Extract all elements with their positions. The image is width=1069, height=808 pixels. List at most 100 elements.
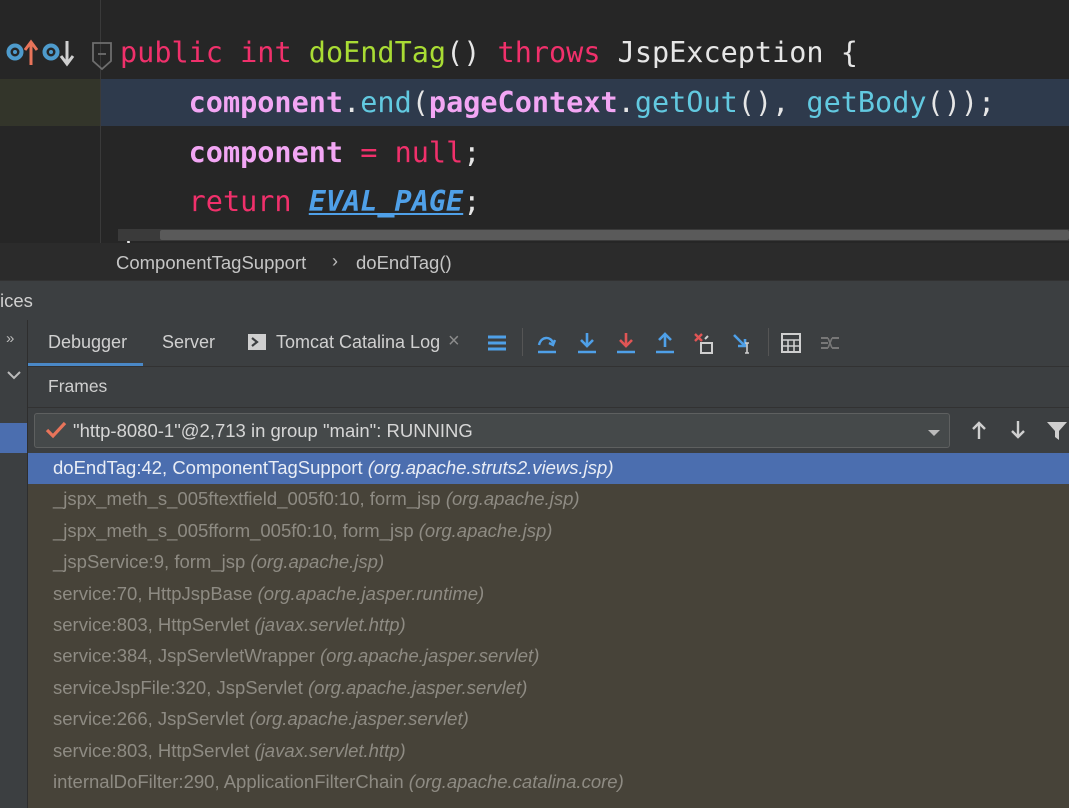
frame-row[interactable]: _jspx_meth_s_005ftextfield_005f0:10, for… — [28, 484, 1069, 515]
frame-label: serviceJspFile:320, JspServlet (org.apac… — [53, 677, 527, 699]
console-tab-icon — [248, 334, 266, 355]
arrow-up-icon[interactable] — [970, 420, 988, 445]
force-step-into-icon[interactable] — [615, 331, 637, 355]
frame-method: _jspx_meth_s_005fform_005f0:10, form_jsp — [53, 519, 419, 541]
drop-frame-icon[interactable] — [693, 331, 715, 355]
code-line-3[interactable]: component = null; — [120, 133, 481, 173]
chevron-down-icon[interactable] — [927, 425, 941, 443]
code-token: getOut — [634, 86, 738, 119]
code-line-2[interactable]: component.end(pageContext.getOut(), getB… — [120, 83, 996, 123]
threads-icon[interactable] — [486, 331, 508, 355]
services-tree-strip: » — [0, 320, 28, 808]
evaluate-expression-icon[interactable] — [780, 331, 802, 355]
tab-server[interactable]: Server — [162, 332, 215, 353]
code-token: ( — [411, 86, 429, 119]
frame-package: (org.apache.struts2.views.jsp) — [367, 457, 614, 478]
code-token: JspException { — [600, 36, 858, 69]
code-token: . — [343, 86, 361, 119]
code-token: pageContext — [428, 86, 618, 119]
frame-row[interactable]: _jspx_meth_s_005fform_005f0:10, form_jsp… — [28, 516, 1069, 547]
chevron-down-icon[interactable] — [6, 368, 22, 385]
frame-method: service:266, JspServlet — [53, 708, 250, 730]
frame-method: internalDoFilter:290, ApplicationFilterC… — [53, 771, 409, 792]
breadcrumb-chevron-icon: › — [332, 251, 338, 271]
tab-tomcat-catalina-log[interactable]: Tomcat Catalina Log — [276, 332, 440, 353]
breadcrumb-method[interactable]: doEndTag() — [356, 252, 452, 274]
implements-up-icon[interactable] — [6, 38, 40, 73]
breadcrumb-class[interactable]: ComponentTagSupport — [116, 252, 306, 274]
code-token: EVAL_PAGE — [308, 185, 464, 218]
code-line-4[interactable]: return EVAL_PAGE; — [120, 182, 481, 222]
frames-title: Frames — [48, 376, 108, 396]
code-token: () — [446, 36, 498, 69]
step-into-icon[interactable] — [576, 331, 598, 355]
code-token: null — [394, 136, 464, 169]
toolbar-separator — [768, 328, 769, 356]
trace-stream-icon[interactable] — [819, 331, 841, 355]
frame-method: _jspService:9, form_jsp — [53, 551, 251, 573]
overridden-down-icon[interactable] — [42, 38, 76, 73]
code-token: public — [120, 36, 223, 69]
frame-package: (org.apache.jasper.runtime) — [257, 582, 485, 604]
expand-more-icon[interactable]: » — [6, 330, 14, 347]
arrow-down-icon[interactable] — [1009, 420, 1027, 445]
frame-row[interactable]: serviceJspFile:320, JspServlet (org.apac… — [28, 673, 1069, 704]
fold-collapse-icon[interactable] — [91, 41, 113, 76]
frame-row[interactable]: service:70, HttpJspBase (org.apache.jasp… — [28, 579, 1069, 610]
code-token: component — [188, 136, 344, 169]
frame-method: service:384, JspServletWrapper — [53, 645, 320, 667]
frame-label: internalDoFilter:290, ApplicationFilterC… — [53, 771, 624, 793]
frame-row[interactable]: _jspService:9, form_jsp (org.apache.jsp) — [28, 547, 1069, 578]
frame-package: (org.apache.jasper.servlet) — [308, 676, 528, 698]
frame-row[interactable]: internalDoFilter:290, ApplicationFilterC… — [28, 767, 1069, 798]
editor-scrollbar-thumb[interactable] — [160, 230, 1069, 240]
code-token: component — [188, 86, 344, 119]
frame-package: (javax.servlet.http) — [254, 739, 406, 761]
frame-label: doEndTag:42, ComponentTagSupport (org.ap… — [53, 457, 613, 479]
close-icon[interactable]: × — [448, 330, 460, 353]
frame-method: doEndTag:42, ComponentTagSupport — [53, 457, 368, 478]
frames-list[interactable]: doEndTag:42, ComponentTagSupport (org.ap… — [28, 453, 1069, 808]
code-token: (), — [737, 86, 807, 119]
frame-label: _jspService:9, form_jsp (org.apache.jsp) — [53, 551, 384, 573]
thread-dropdown[interactable]: "http-8080-1"@2,713 in group "main": RUN… — [34, 413, 950, 448]
code-token: end — [360, 86, 412, 119]
code-token: doEndTag — [308, 36, 447, 69]
frame-label: service:70, HttpJspBase (org.apache.jasp… — [53, 583, 484, 605]
code-token: = — [360, 136, 378, 169]
frames-panel-header: Frames — [28, 367, 1069, 408]
code-token: getBody — [806, 86, 927, 119]
frame-label: _jspx_meth_s_005fform_005f0:10, form_jsp… — [53, 520, 552, 542]
run-to-cursor-icon[interactable] — [732, 331, 754, 355]
frame-row[interactable]: service:803, HttpServlet (javax.servlet.… — [28, 736, 1069, 767]
code-line-1[interactable]: public int doEndTag() throws JspExceptio… — [120, 33, 858, 73]
frame-package: (javax.servlet.http) — [254, 614, 406, 635]
code-token: ; — [463, 136, 481, 169]
tab-debugger[interactable]: Debugger — [48, 332, 127, 353]
frame-row[interactable]: doEndTag:42, ComponentTagSupport (org.ap… — [28, 453, 1069, 485]
frame-label: service:803, HttpServlet (javax.servlet.… — [53, 740, 406, 762]
frame-package: (org.apache.jasper.servlet) — [249, 708, 469, 730]
active-tab-indicator — [28, 363, 143, 366]
frame-method: serviceJspFile:320, JspServlet — [53, 676, 308, 698]
frame-label: service:384, JspServletWrapper (org.apac… — [53, 645, 539, 667]
services-tool-window-header: ices — [0, 280, 1069, 321]
step-over-icon[interactable] — [536, 331, 558, 355]
services-tree-selected-item[interactable] — [0, 423, 27, 453]
frame-row[interactable]: service:803, HttpServlet (javax.servlet.… — [28, 610, 1069, 641]
code-editor[interactable]: public int doEndTag() throws JspExceptio… — [0, 0, 1069, 243]
step-out-icon[interactable] — [654, 331, 676, 355]
filter-icon[interactable] — [1046, 421, 1068, 446]
frame-method: service:803, HttpServlet — [53, 614, 255, 635]
frame-row[interactable]: service:266, JspServlet (org.apache.jasp… — [28, 704, 1069, 735]
frame-row[interactable]: service:384, JspServletWrapper (org.apac… — [28, 641, 1069, 672]
frame-label: service:266, JspServlet (org.apache.jasp… — [53, 708, 469, 730]
code-token: return — [188, 185, 292, 218]
code-token: ()); — [926, 86, 996, 119]
code-token: int — [240, 36, 292, 69]
toolbar-separator — [522, 328, 523, 356]
